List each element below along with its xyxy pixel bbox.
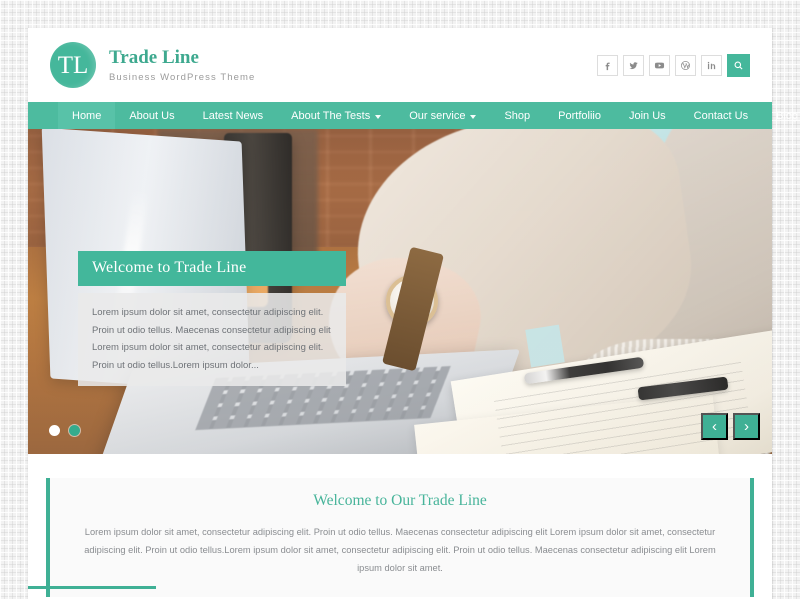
nav-label: About The Tests	[291, 109, 371, 122]
slide-caption: Welcome to Trade Line Lorem ipsum dolor …	[78, 251, 346, 387]
page-background: TL Trade Line Business WordPress Theme H…	[0, 0, 800, 599]
nav-label: Portfoliio	[558, 109, 601, 122]
welcome-paragraph: Lorem ipsum dolor sit amet, consectetur …	[84, 527, 716, 574]
facebook-icon[interactable]	[597, 54, 618, 76]
nav-item-blog[interactable]: Blog	[762, 102, 800, 129]
nav-label: Shop	[504, 109, 531, 122]
welcome-heading: Welcome to Our Trade Line	[313, 492, 487, 509]
nav-item-contact-us[interactable]: Contact Us	[680, 102, 762, 129]
chevron-down-icon	[470, 114, 477, 119]
primary-navigation[interactable]: Home About Us Latest News About The Test…	[28, 102, 798, 129]
logo-initials: TL	[57, 51, 89, 79]
hero-slider: Welcome to Trade Line Lorem ipsum dolor …	[28, 129, 772, 454]
search-icon[interactable]	[727, 53, 750, 77]
twitter-icon[interactable]	[623, 54, 644, 76]
chevron-left-icon[interactable]: ‹	[701, 413, 728, 440]
social-links	[597, 53, 750, 77]
welcome-panel: Welcome to Our Trade Line Lorem ipsum do…	[46, 478, 754, 598]
site-title: Trade Line	[109, 47, 199, 69]
nav-item-about-the-tests[interactable]: About The Tests	[277, 102, 395, 129]
slider-dot-2[interactable]	[69, 425, 80, 436]
nav-item-about-us[interactable]: About Us	[115, 102, 188, 129]
nav-item-latest-news[interactable]: Latest News	[189, 102, 278, 129]
next-section-peek	[28, 586, 772, 599]
nav-label: Home	[72, 109, 102, 122]
nav-item-shop[interactable]: Shop	[490, 102, 544, 129]
site-container: TL Trade Line Business WordPress Theme H…	[28, 28, 798, 599]
welcome-section: Welcome to Our Trade Line Lorem ipsum do…	[28, 454, 772, 599]
nav-item-portfolio[interactable]: Portfoliio	[544, 102, 615, 129]
slider-dot-1[interactable]	[49, 425, 60, 436]
nav-item-join-us[interactable]: Join Us	[615, 102, 680, 129]
site-branding[interactable]: TL Trade Line Business WordPress Theme	[50, 42, 255, 88]
nav-label: Blog	[776, 109, 799, 122]
chevron-down-icon	[375, 114, 382, 119]
site-header: TL Trade Line Business WordPress Theme	[28, 28, 772, 102]
nav-item-our-service[interactable]: Our service	[395, 102, 490, 129]
slider-navigation[interactable]: ‹ ›	[701, 413, 760, 440]
wordpress-icon[interactable]	[675, 54, 696, 76]
circle-monogram-icon: TL	[50, 42, 96, 88]
nav-label: Our service	[409, 109, 466, 122]
slide-description: Lorem ipsum dolor sit amet, consectetur …	[78, 293, 346, 387]
linkedin-icon[interactable]	[701, 54, 722, 76]
site-tagline: Business WordPress Theme	[109, 71, 256, 83]
nav-label: About Us	[129, 109, 175, 122]
nav-label: Join Us	[628, 109, 666, 122]
nav-label: Latest News	[202, 109, 264, 122]
photo-sticky-note	[525, 324, 565, 368]
slider-pagination[interactable]	[49, 425, 80, 436]
nav-label: Contact Us	[693, 109, 749, 122]
section-divider-rule	[28, 586, 156, 589]
nav-item-home[interactable]: Home	[58, 102, 116, 129]
youtube-icon[interactable]	[649, 54, 670, 76]
slide-title: Welcome to Trade Line	[78, 251, 346, 286]
chevron-right-icon[interactable]: ›	[733, 413, 760, 440]
